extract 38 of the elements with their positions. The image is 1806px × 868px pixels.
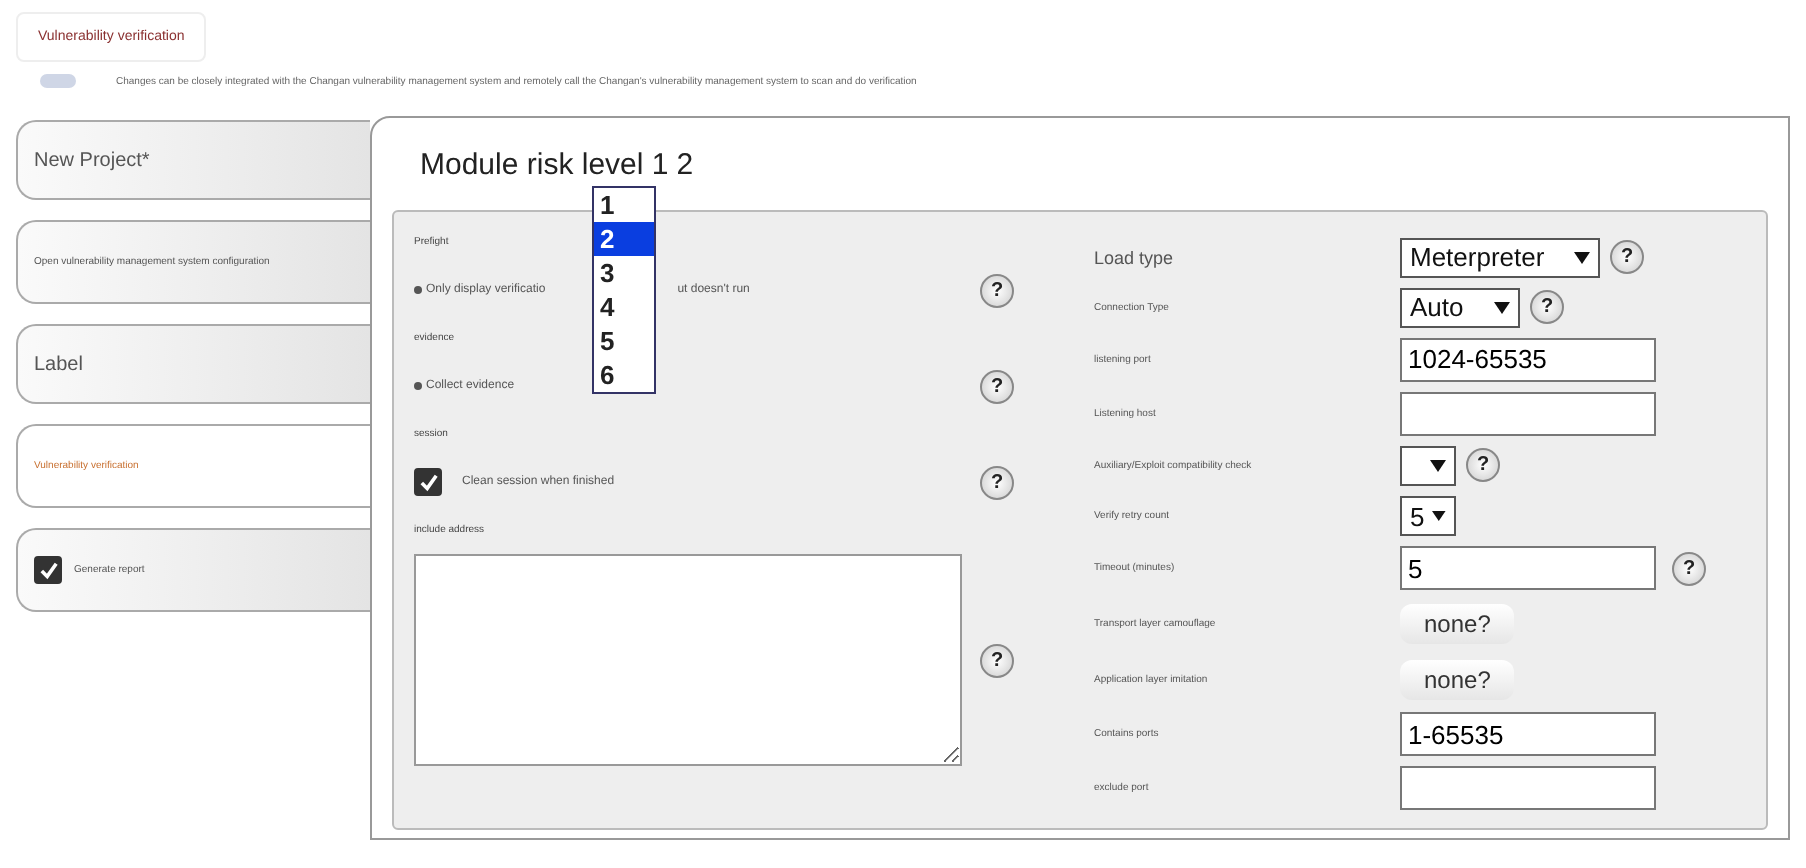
sidebar-label: New Project* [34, 149, 150, 171]
toggle-icon[interactable] [40, 74, 76, 88]
help-icon[interactable]: ? [1530, 290, 1564, 325]
caret-icon [1494, 301, 1510, 314]
sidebar-item[interactable]: Label [16, 324, 370, 404]
caret-icon [1430, 459, 1446, 472]
help-icon[interactable]: ? [980, 369, 1014, 403]
radio-icon[interactable] [414, 286, 422, 294]
input-field[interactable] [1400, 766, 1656, 811]
input-field[interactable] [1400, 391, 1656, 436]
sidebar-label: Label [34, 353, 83, 375]
select-field[interactable] [1400, 445, 1456, 486]
input-field[interactable]: 1-65535 [1400, 712, 1656, 757]
help-icon[interactable]: ? [1672, 551, 1706, 586]
module-title-suffix: 2 [676, 147, 694, 181]
caret-icon [1574, 251, 1590, 264]
checkbox[interactable] [34, 556, 62, 584]
input-field[interactable]: 1024-65535 [1400, 337, 1656, 382]
risk-level-menu[interactable]: 1 2 3 4 5 6 [592, 186, 656, 394]
dropdown-option[interactable]: 2 [594, 222, 654, 256]
help-icon[interactable]: ? [1610, 240, 1644, 275]
select-field[interactable]: Meterpreter [1400, 237, 1600, 278]
module-title: Module risk level 1 [420, 147, 669, 181]
option-button[interactable]: none? [1400, 603, 1515, 644]
field-label: Load type [1094, 247, 1176, 268]
option-button[interactable]: none? [1400, 659, 1515, 700]
select-field[interactable]: Auto [1400, 287, 1520, 328]
caret-icon [1432, 510, 1446, 523]
checkbox[interactable] [414, 468, 442, 496]
help-icon[interactable]: ? [980, 273, 1014, 307]
select-field[interactable]: 5 [1400, 496, 1456, 537]
input-field[interactable]: 5 [1400, 546, 1656, 591]
help-icon[interactable]: ? [980, 643, 1014, 677]
address-textarea[interactable] [414, 554, 962, 766]
help-icon[interactable]: ? [980, 465, 1014, 499]
help-icon[interactable]: ? [1466, 448, 1500, 483]
sidebar-item[interactable]: New Project* [16, 120, 370, 200]
radio-icon[interactable] [414, 382, 422, 390]
